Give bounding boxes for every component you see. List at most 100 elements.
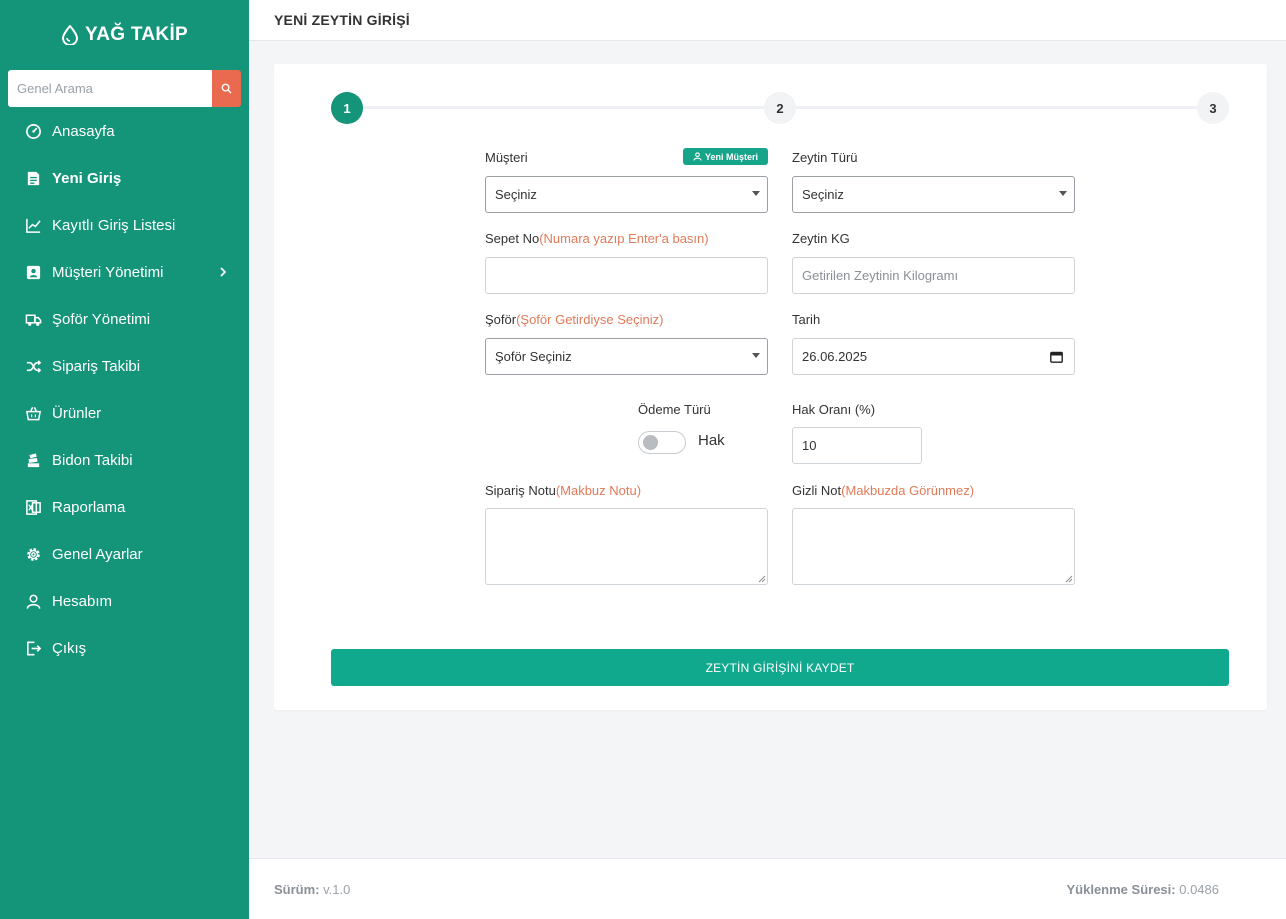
gear-icon	[27, 548, 40, 561]
search-button[interactable]	[212, 70, 241, 107]
shuffle-icon	[26, 360, 42, 373]
zeytin-turu-select[interactable]: Seçiniz	[792, 176, 1075, 213]
sidebar-item-label: Hesabım	[52, 593, 113, 610]
gizli-not-textarea[interactable]	[792, 508, 1075, 585]
excel-icon	[26, 500, 41, 515]
sidebar-item-yeni-giris[interactable]: Yeni Giriş	[0, 155, 249, 202]
sepet-no-hint: (Numara yazıp Enter'a basın)	[539, 231, 709, 246]
caret-down-icon	[752, 353, 760, 358]
sofor-hint: (Şoför Getirdiyse Seçiniz)	[516, 312, 664, 327]
sidebar-item-sofor-yonetimi[interactable]: Şoför Yönetimi	[0, 296, 249, 343]
truck-icon	[25, 314, 42, 326]
page-title: YENİ ZEYTİN GİRİŞİ	[274, 12, 410, 28]
sepet-no-label-text: Sepet No	[485, 231, 540, 246]
sidebar-item-hesabim[interactable]: Hesabım	[0, 578, 249, 625]
brand-name: YAĞ TAKİP	[85, 24, 188, 45]
sidebar-item-musteri-yonetimi[interactable]: Müşteri Yönetimi	[0, 249, 249, 296]
siparis-notu-hint: (Makbuz Notu)	[555, 483, 642, 498]
hak-orani-label: Hak Oranı (%)	[792, 402, 876, 417]
sidebar-item-label: Sipariş Takibi	[52, 358, 141, 375]
save-button[interactable]: ZEYTİN GİRİŞİNİ KAYDET	[331, 649, 1229, 686]
sidebar: YAĞ TAKİP Anasayfa Yeni Giriş Kayıtlı Gi…	[0, 0, 249, 919]
contact-card-icon	[26, 265, 41, 280]
load-time-info: Yüklenme Süresi: 0.0486	[1067, 882, 1220, 897]
odeme-turu-label: Ödeme Türü	[638, 402, 711, 417]
search-icon	[221, 83, 232, 94]
sidebar-item-label: Raporlama	[52, 499, 126, 516]
zeytin-turu-value: Seçiniz	[802, 187, 844, 202]
sidebar-item-label: Bidon Takibi	[52, 452, 133, 469]
gizli-not-label-text: Gizli Not	[792, 483, 842, 498]
gizli-not-label: Gizli Not(Makbuzda Görünmez)	[792, 483, 974, 498]
form-card	[274, 64, 1267, 710]
sofor-label: Şoför(Şoför Getirdiyse Seçiniz)	[485, 312, 663, 327]
sidebar-menu: Anasayfa Yeni Giriş Kayıtlı Giriş Listes…	[0, 108, 249, 672]
search-input[interactable]	[8, 70, 212, 107]
odeme-turu-toggle-label: Hak	[698, 432, 725, 449]
footer: Sürüm: v.1.0 Yüklenme Süresi: 0.0486	[249, 858, 1286, 919]
version-info: Sürüm: v.1.0	[274, 882, 350, 897]
sofor-select[interactable]: Şoför Seçiniz	[485, 338, 768, 375]
siparis-notu-label: Sipariş Notu(Makbuz Notu)	[485, 483, 641, 498]
resize-grip-icon[interactable]	[1065, 575, 1073, 583]
dashboard-icon	[26, 124, 41, 139]
version-label: Sürüm:	[274, 882, 320, 897]
sidebar-item-siparis-takibi[interactable]: Sipariş Takibi	[0, 343, 249, 390]
musteri-select[interactable]: Seçiniz	[485, 176, 768, 213]
sidebar-item-label: Genel Ayarlar	[52, 546, 143, 563]
sidebar-item-label: Anasayfa	[52, 123, 115, 140]
chart-line-icon	[26, 218, 41, 233]
sidebar-item-bidon-takibi[interactable]: Bidon Takibi	[0, 437, 249, 484]
zeytin-turu-label: Zeytin Türü	[792, 150, 858, 165]
gizli-not-hint: (Makbuzda Görünmez)	[841, 483, 975, 498]
resize-grip-icon[interactable]	[758, 575, 766, 583]
stack-icon	[27, 453, 40, 468]
sidebar-item-urunler[interactable]: Ürünler	[0, 390, 249, 437]
brand-logo[interactable]: YAĞ TAKİP	[0, 0, 249, 70]
new-customer-label: Yeni Müşteri	[704, 151, 758, 162]
calendar-icon[interactable]	[1050, 351, 1063, 363]
sidebar-item-label: Çıkış	[52, 640, 87, 657]
caret-down-icon	[1059, 191, 1067, 196]
basket-icon	[25, 407, 42, 421]
zeytin-kg-input[interactable]	[792, 257, 1075, 294]
tarih-value: 26.06.2025	[802, 349, 868, 364]
siparis-notu-textarea[interactable]	[485, 508, 768, 585]
sofor-value: Şoför Seçiniz	[495, 349, 572, 364]
sidebar-item-label: Kayıtlı Giriş Listesi	[52, 217, 176, 234]
sepet-no-label: Sepet No(Numara yazıp Enter'a basın)	[485, 231, 709, 246]
odeme-turu-toggle[interactable]	[638, 431, 686, 454]
user-icon	[26, 594, 41, 609]
step-1[interactable]: 1	[331, 92, 363, 124]
siparis-notu-label-text: Sipariş Notu	[485, 483, 556, 498]
user-icon	[693, 152, 702, 161]
sepet-no-input[interactable]	[485, 257, 768, 294]
oil-drop-icon	[61, 25, 79, 45]
version-value: v.1.0	[323, 882, 351, 897]
tarih-input[interactable]: 26.06.2025	[792, 338, 1075, 375]
global-search	[8, 70, 241, 107]
musteri-value: Seçiniz	[495, 187, 537, 202]
sidebar-item-label: Şoför Yönetimi	[52, 311, 151, 328]
sidebar-item-raporlama[interactable]: Raporlama	[0, 484, 249, 531]
sidebar-item-label: Ürünler	[52, 405, 102, 422]
zeytin-kg-label: Zeytin KG	[792, 231, 850, 246]
sidebar-item-anasayfa[interactable]: Anasayfa	[0, 108, 249, 155]
musteri-label: Müşteri	[485, 150, 528, 165]
sidebar-item-kayitli-giris-listesi[interactable]: Kayıtlı Giriş Listesi	[0, 202, 249, 249]
load-time-label: Yüklenme Süresi:	[1066, 882, 1176, 897]
step-3[interactable]: 3	[1197, 92, 1229, 124]
load-time-value: 0.0486	[1179, 882, 1219, 897]
sidebar-item-label: Müşteri Yönetimi	[52, 264, 164, 281]
logout-icon	[27, 641, 42, 656]
sidebar-item-cikis[interactable]: Çıkış	[0, 625, 249, 672]
tarih-label: Tarih	[792, 312, 821, 327]
step-2[interactable]: 2	[764, 92, 796, 124]
page-header: YENİ ZEYTİN GİRİŞİ	[249, 0, 1286, 41]
hak-orani-input[interactable]	[792, 427, 922, 464]
sidebar-item-genel-ayarlar[interactable]: Genel Ayarlar	[0, 531, 249, 578]
new-customer-button[interactable]: Yeni Müşteri	[683, 148, 768, 165]
document-icon	[27, 171, 40, 186]
sidebar-item-label: Yeni Giriş	[52, 170, 122, 187]
chevron-right-icon	[220, 267, 227, 277]
